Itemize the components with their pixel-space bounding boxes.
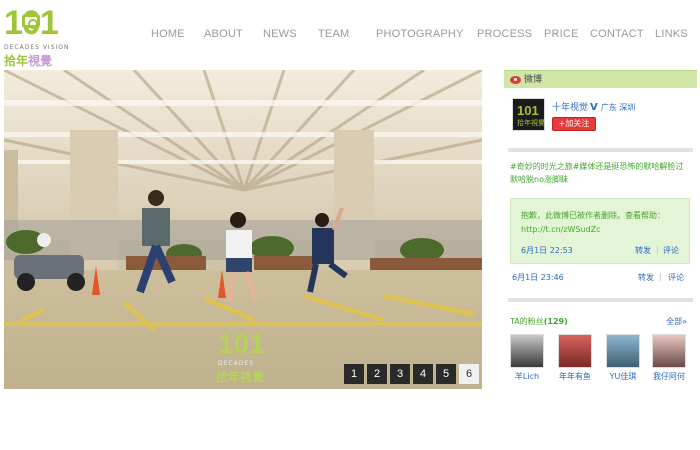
weibo-icon — [510, 75, 521, 84]
slide-page-6[interactable]: 6 — [459, 364, 479, 384]
camera-icon — [22, 14, 40, 29]
weibo-widget: 微博 101 拾年視覺 十年视觉 V 广东 深圳 +加关注 #奇妙的时光之旅#媒体还… — [504, 70, 697, 386]
fan-name[interactable]: 羊Lich — [508, 371, 546, 382]
divider — [508, 298, 693, 302]
post-time[interactable]: 6月1日 23:46 — [512, 272, 564, 283]
fan-item[interactable]: 羊Lich — [508, 334, 546, 382]
nav-price[interactable]: PRICE — [544, 28, 579, 40]
forwarded-repost-link[interactable]: 转发 — [635, 245, 651, 256]
site-logo[interactable]: 101 DECADES VISION 拾年視覺 — [4, 6, 69, 68]
post-sep: | — [659, 272, 662, 281]
fan-item[interactable]: 我仔阿何 — [650, 334, 688, 382]
fan-item[interactable]: 年年有鱼 — [556, 334, 594, 382]
fans-all-link[interactable]: 全部» — [666, 316, 687, 327]
fan-avatar[interactable] — [558, 334, 592, 368]
post-text: #奇妙的时光之旅#媒体还是挺恐怖的默哈解脸过默哈脱no涨脚眛 — [510, 162, 684, 184]
post-comment-link[interactable]: 评论 — [668, 272, 684, 283]
watermark-numerals: 101 — [218, 328, 265, 359]
weibo-profile: 101 拾年視覺 十年视觉 V 广东 深圳 +加关注 — [504, 88, 697, 140]
fan-avatar[interactable] — [510, 334, 544, 368]
watermark-subtitle: DECADES — [218, 360, 254, 367]
weibo-header: 微博 — [504, 70, 697, 88]
fan-item[interactable]: YU佳琪 — [604, 334, 642, 382]
weibo-title: 微博 — [524, 75, 543, 85]
forwarded-post: 抱歉，此微博已被作者删除。查看帮助：http://t.cn/zWSudZc 6月… — [510, 198, 690, 264]
profile-location: 广东 深圳 — [600, 103, 636, 112]
forwarded-text: 抱歉，此微博已被作者删除。查看帮助：http://t.cn/zWSudZc — [521, 211, 665, 234]
avatar-numerals: 101 — [517, 103, 539, 118]
nav-process[interactable]: PROCESS — [477, 28, 532, 40]
nav-news[interactable]: NEWS — [263, 28, 297, 40]
forwarded-comment-link[interactable]: 评论 — [663, 245, 679, 256]
main-nav: HOME ABOUT NEWS TEAM PHOTOGRAPHY PROCESS… — [140, 28, 696, 44]
slide-pager: 1 2 3 4 5 6 — [341, 364, 479, 384]
watermark-chinese: 拾年視覺 — [216, 370, 265, 384]
avatar-chinese: 拾年視覺 — [517, 119, 545, 127]
profile-name-line: 十年视觉 V 广东 深圳 — [552, 100, 635, 113]
nav-team[interactable]: TEAM — [318, 28, 349, 40]
divider — [508, 148, 693, 152]
logo-chinese-2: 視覺 — [28, 54, 53, 68]
fan-name[interactable]: 我仔阿何 — [650, 371, 688, 382]
nav-contact[interactable]: CONTACT — [590, 28, 644, 40]
fans-count: (129) — [543, 317, 568, 326]
slide-page-4[interactable]: 4 — [413, 364, 433, 384]
slide-page-3[interactable]: 3 — [390, 364, 410, 384]
fan-avatar[interactable] — [652, 334, 686, 368]
logo-chinese: 拾年視覺 — [4, 52, 52, 69]
hero-slideshow[interactable]: 101 DECADES 拾年視覺 1 2 3 4 5 6 — [4, 70, 482, 389]
nav-links[interactable]: LINKS — [655, 28, 688, 40]
fan-name[interactable]: YU佳琪 — [604, 371, 642, 382]
profile-avatar[interactable]: 101 拾年視覺 — [512, 98, 545, 131]
logo-subtitle: DECADES VISION — [4, 44, 70, 51]
forwarded-sep: | — [656, 245, 659, 254]
slide-page-5[interactable]: 5 — [436, 364, 456, 384]
fans-label: TA的粉丝 — [510, 317, 544, 326]
nav-photography[interactable]: PHOTOGRAPHY — [376, 28, 464, 40]
nav-home[interactable]: HOME — [151, 28, 185, 40]
fan-avatar[interactable] — [606, 334, 640, 368]
slide-page-1[interactable]: 1 — [344, 364, 364, 384]
logo-chinese-1: 拾年 — [4, 54, 29, 68]
slide-page-2[interactable]: 2 — [367, 364, 387, 384]
forwarded-time[interactable]: 6月1日 22:53 — [521, 245, 573, 256]
profile-name[interactable]: 十年视觉 — [552, 103, 588, 113]
fan-name[interactable]: 年年有鱼 — [556, 371, 594, 382]
verified-icon: V — [590, 102, 598, 113]
post-repost-link[interactable]: 转发 — [638, 272, 654, 283]
follow-button[interactable]: +加关注 — [552, 117, 596, 131]
nav-about[interactable]: ABOUT — [204, 28, 243, 40]
photo-watermark: 101 DECADES 拾年視覺 — [214, 328, 274, 385]
fans-heading: TA的粉丝(129) — [510, 316, 568, 327]
